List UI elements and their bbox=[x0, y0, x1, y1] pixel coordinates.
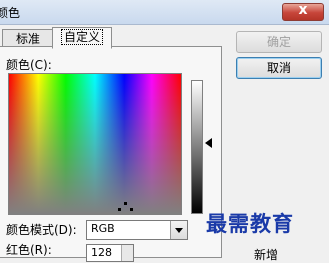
watermark-logo: 最需教育 bbox=[206, 211, 294, 236]
dropdown-button[interactable] bbox=[170, 221, 187, 239]
crosshair-marker bbox=[118, 208, 121, 211]
color-spectrum[interactable] bbox=[8, 73, 182, 215]
luminance-slider[interactable] bbox=[191, 80, 203, 214]
close-button[interactable]: x bbox=[282, 2, 324, 21]
red-label: 红色(R): bbox=[6, 243, 52, 257]
cancel-button[interactable]: 取消 bbox=[236, 57, 322, 79]
red-stepper[interactable]: 128 bbox=[86, 244, 134, 262]
tab-custom-label: 自定义 bbox=[60, 29, 103, 45]
window-title: 颜色 bbox=[0, 6, 21, 20]
tab-custom[interactable]: 自定义 bbox=[52, 27, 112, 49]
color-mode-value: RGB bbox=[91, 222, 115, 235]
color-mode-label: 颜色模式(D): bbox=[6, 223, 77, 237]
new-color-label: 新增 bbox=[254, 248, 279, 262]
crosshair-marker bbox=[124, 202, 127, 205]
stepper-buttons[interactable] bbox=[121, 245, 133, 261]
colors-label: 颜色(C): bbox=[6, 58, 52, 72]
close-icon: x bbox=[298, 2, 308, 18]
ok-button[interactable]: 确定 bbox=[236, 31, 322, 53]
color-mode-select[interactable]: RGB bbox=[86, 220, 188, 240]
red-value: 128 bbox=[91, 246, 112, 259]
luminance-arrow-icon[interactable] bbox=[205, 138, 212, 148]
title-bar: 颜色 x bbox=[0, 0, 329, 25]
crosshair-marker bbox=[130, 208, 133, 211]
chevron-down-icon bbox=[175, 228, 183, 233]
